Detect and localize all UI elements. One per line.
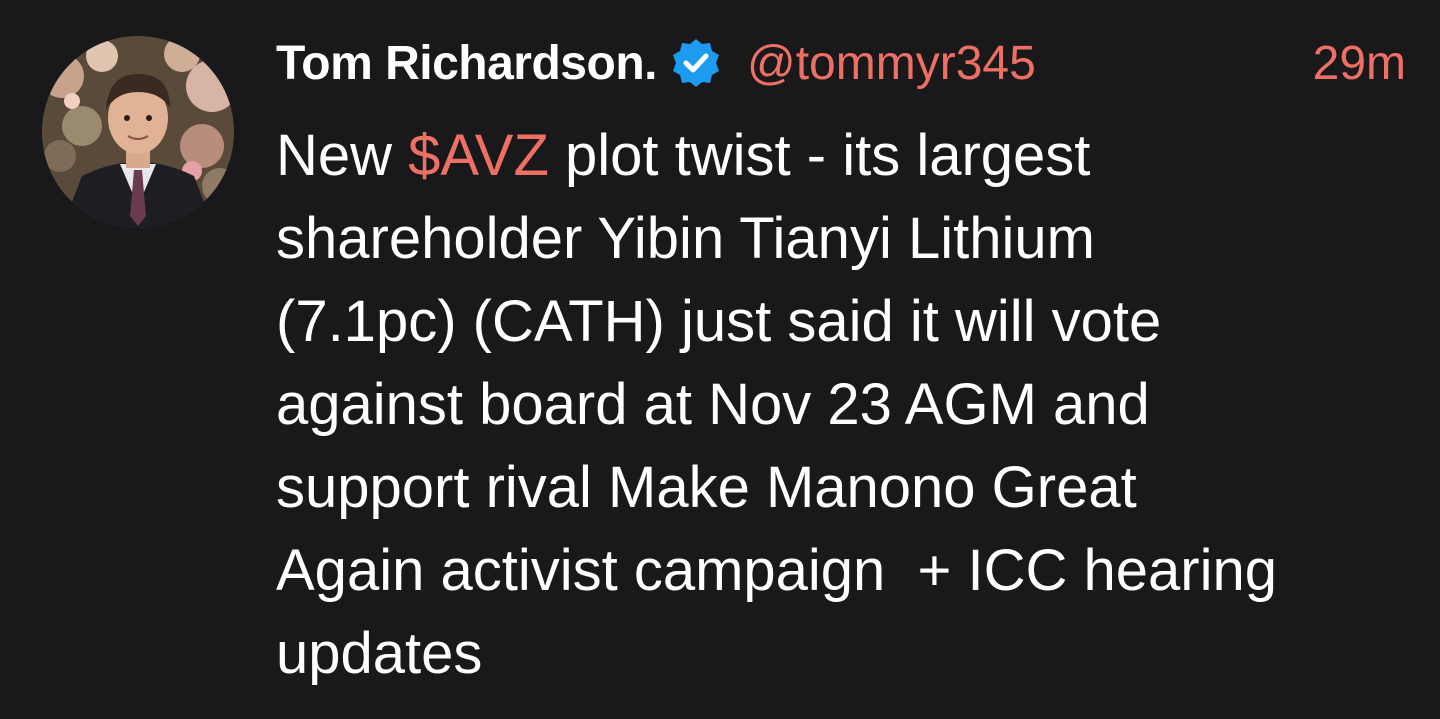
author-handle[interactable]: @tommyr345 [747,36,1036,91]
tweet-text-segment: New [276,123,409,188]
tweet-text-line: Again activist campaign + ICC hearing [276,538,1278,603]
tweet-text-line: support rival Make Manono Great [276,455,1137,520]
tweet-text-line: New $AVZ plot twist - its largest [276,114,1416,197]
cashtag-link[interactable]: $AVZ [408,123,549,188]
avatar[interactable] [42,36,234,228]
tweet-text: New $AVZ plot twist - its largest shareh… [276,114,1416,695]
tweet-text-line: (7.1pc) (CATH) just said it will vote [276,289,1162,354]
profile-photo [42,36,234,228]
tweet[interactable]: Tom Richardson. @tommyr345 29m New $AVZ … [0,0,1440,719]
tweet-text-line: against board at Nov 23 AGM and [276,372,1150,437]
author-display-name[interactable]: Tom Richardson. [276,36,657,91]
tweet-text-line: shareholder Yibin Tianyi Lithium [276,206,1095,271]
tweet-header: Tom Richardson. @tommyr345 29m [276,28,1406,98]
tweet-text-line: updates [276,621,483,686]
verified-badge-icon [669,36,723,90]
tweet-timestamp[interactable]: 29m [1313,36,1406,91]
tweet-text-segment: plot twist - its largest [548,123,1091,188]
